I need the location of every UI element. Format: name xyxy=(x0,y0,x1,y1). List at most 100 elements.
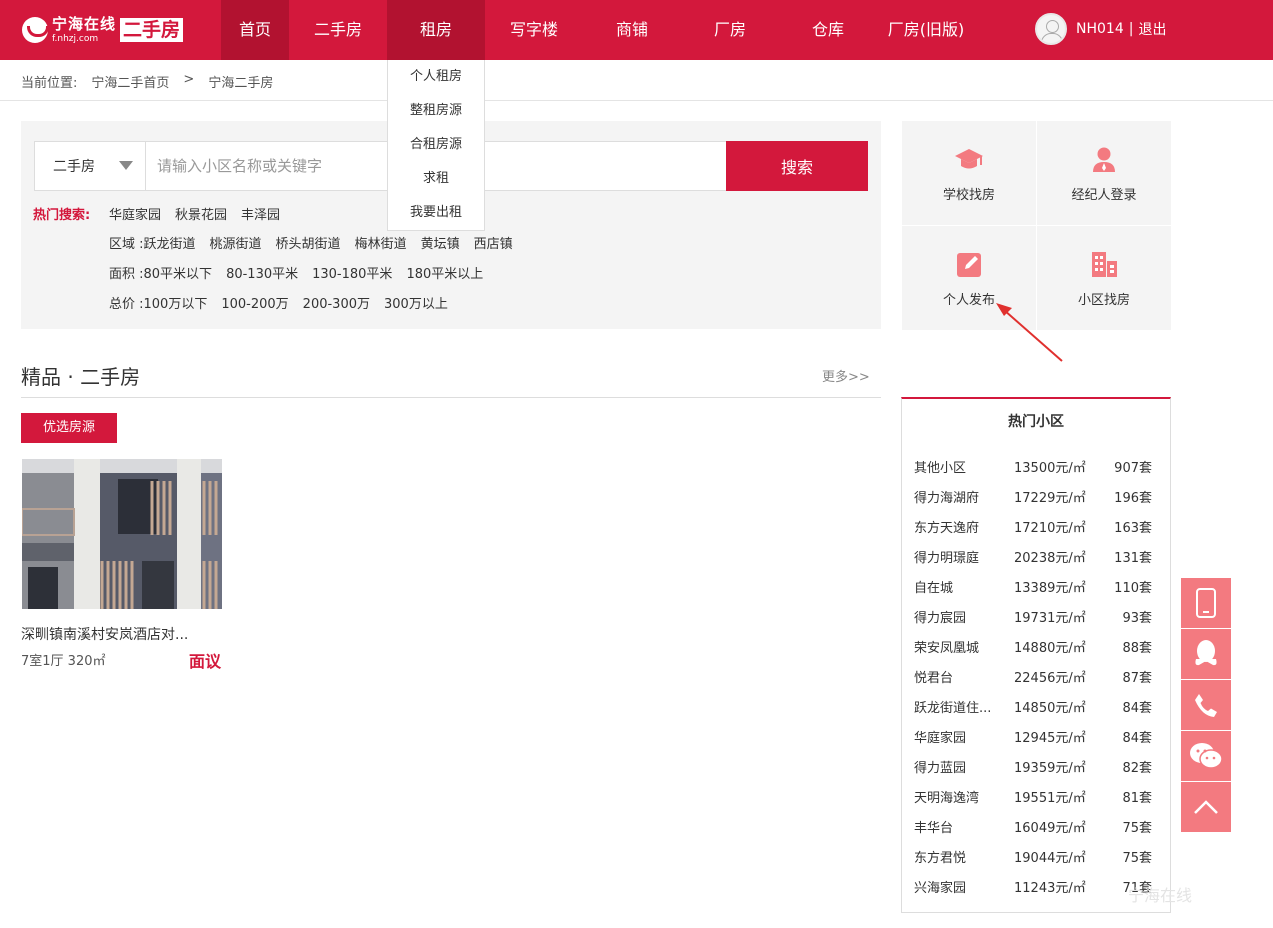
community-row[interactable]: 兴海家园 11243元/㎡ 71套 xyxy=(914,874,1154,904)
caret-down-icon xyxy=(119,161,133,170)
search-type-select[interactable]: 二手房 xyxy=(35,142,146,190)
filter-link[interactable]: 130-180平米 xyxy=(312,263,392,282)
breadcrumb-current[interactable]: 宁海二手房 xyxy=(208,72,273,91)
nav-second-hand[interactable]: 二手房 xyxy=(289,0,387,60)
menu-item-whole-rent[interactable]: 整租房源 xyxy=(388,94,484,128)
community-name[interactable]: 得力明璟庭 xyxy=(914,544,1014,574)
community-name[interactable]: 自在城 xyxy=(914,574,1014,604)
featured-tab[interactable]: 优选房源 xyxy=(21,413,117,443)
wechat-icon xyxy=(1190,743,1223,769)
listing-photo[interactable] xyxy=(22,459,222,609)
logo-badge: 二手房 xyxy=(120,18,184,42)
menu-item-shared-rent[interactable]: 合租房源 xyxy=(388,128,484,162)
community-name[interactable]: 得力蓝园 xyxy=(914,754,1014,784)
filter-link[interactable]: 跃龙街道 xyxy=(144,233,196,252)
nav-office[interactable]: 写字楼 xyxy=(485,0,583,60)
community-name[interactable]: 天明海逸湾 xyxy=(914,784,1014,814)
site-logo[interactable]: 宁海在线 f.nhzj.com 二手房 xyxy=(22,14,184,46)
filter-link[interactable]: 桃源街道 xyxy=(210,233,262,252)
nav-factory-old[interactable]: 厂房(旧版) xyxy=(877,0,975,60)
quick-school-search[interactable]: 学校找房 xyxy=(902,121,1036,225)
community-name[interactable]: 跃龙街道住... xyxy=(914,694,1014,724)
community-name[interactable]: 悦君台 xyxy=(914,664,1014,694)
menu-item-seek-rent[interactable]: 求租 xyxy=(388,162,484,196)
call-button[interactable] xyxy=(1181,680,1231,730)
filter-link[interactable]: 300万以上 xyxy=(384,293,448,312)
community-row[interactable]: 得力蓝园 19359元/㎡ 82套 xyxy=(914,754,1154,784)
community-row[interactable]: 丰华台 16049元/㎡ 75套 xyxy=(914,814,1154,844)
community-name[interactable]: 华庭家园 xyxy=(914,724,1014,754)
hot-search-link[interactable]: 丰泽园 xyxy=(241,204,280,223)
community-row[interactable]: 自在城 13389元/㎡ 110套 xyxy=(914,574,1154,604)
community-name[interactable]: 丰华台 xyxy=(914,814,1014,844)
community-row[interactable]: 华庭家园 12945元/㎡ 84套 xyxy=(914,724,1154,754)
community-price: 14880元/㎡ xyxy=(1014,641,1086,656)
community-row[interactable]: 荣安凤凰城 14880元/㎡ 88套 xyxy=(914,634,1154,664)
community-row[interactable]: 悦君台 22456元/㎡ 87套 xyxy=(914,664,1154,694)
filter-label: 区域 : xyxy=(109,237,144,252)
filter-link[interactable]: 200-300万 xyxy=(303,293,370,312)
logo-mark-icon xyxy=(22,17,49,43)
community-row[interactable]: 东方天逸府 17210元/㎡ 163套 xyxy=(914,514,1154,544)
quick-label: 学校找房 xyxy=(942,187,995,203)
more-link[interactable]: 更多>> xyxy=(822,366,870,385)
breadcrumb-home-link[interactable]: 宁海二手首页 xyxy=(91,72,169,91)
community-row[interactable]: 得力宸园 19731元/㎡ 93套 xyxy=(914,604,1154,634)
hot-search-link[interactable]: 秋景花园 xyxy=(175,204,227,223)
menu-item-list-for-rent[interactable]: 我要出租 xyxy=(388,196,484,230)
community-name[interactable]: 得力海湖府 xyxy=(914,484,1014,514)
community-row[interactable]: 跃龙街道住... 14850元/㎡ 84套 xyxy=(914,694,1154,724)
filter-link[interactable]: 100万以下 xyxy=(144,293,208,312)
nav-home[interactable]: 首页 xyxy=(221,0,289,60)
filter-link[interactable]: 180平米以上 xyxy=(406,263,483,282)
logout-link[interactable]: 退出 xyxy=(1138,19,1166,39)
quick-agent-login[interactable]: 经纪人登录 xyxy=(1037,121,1171,225)
community-name[interactable]: 东方君悦 xyxy=(914,844,1014,874)
listing-price: 面议 xyxy=(189,652,222,671)
community-name[interactable]: 兴海家园 xyxy=(914,874,1014,904)
watermark: 宁海在线 xyxy=(1128,886,1193,905)
listing-title[interactable]: 深甽镇南溪村安岚酒店对... xyxy=(21,624,188,644)
filter-row-size: 面积 : 80平米以下 80-130平米 130-180平米 180平米以上 xyxy=(109,263,497,282)
username[interactable]: NH014 xyxy=(1076,21,1124,37)
nav-warehouse[interactable]: 仓库 xyxy=(779,0,877,60)
community-name[interactable]: 得力宸园 xyxy=(914,604,1014,634)
filter-link[interactable]: 梅林街道 xyxy=(355,233,407,252)
search-button[interactable]: 搜索 xyxy=(726,141,868,191)
breadcrumb: 当前位置: 宁海二手首页 > 宁海二手房 xyxy=(21,72,273,91)
filter-link[interactable]: 西店镇 xyxy=(474,233,513,252)
phone-mobile-icon xyxy=(1196,588,1216,618)
breadcrumb-label: 当前位置: xyxy=(21,76,78,91)
community-count: 907套 xyxy=(1114,461,1152,476)
filter-link[interactable]: 黄坛镇 xyxy=(421,233,460,252)
avatar[interactable] xyxy=(1035,13,1067,45)
filter-link[interactable]: 80平米以下 xyxy=(144,263,213,282)
community-name[interactable]: 东方天逸府 xyxy=(914,514,1014,544)
wechat-button[interactable] xyxy=(1181,731,1231,781)
back-to-top-icon xyxy=(1194,800,1218,814)
community-price: 11243元/㎡ xyxy=(1014,881,1086,896)
filter-link[interactable]: 100-200万 xyxy=(221,293,288,312)
community-count: 131套 xyxy=(1114,551,1152,566)
community-price: 20238元/㎡ xyxy=(1014,551,1086,566)
community-row[interactable]: 天明海逸湾 19551元/㎡ 81套 xyxy=(914,784,1154,814)
mobile-button[interactable] xyxy=(1181,578,1231,628)
community-row[interactable]: 东方君悦 19044元/㎡ 75套 xyxy=(914,844,1154,874)
hot-search-link[interactable]: 华庭家园 xyxy=(109,204,161,223)
filter-link[interactable]: 桥头胡街道 xyxy=(276,233,341,252)
filter-link[interactable]: 80-130平米 xyxy=(226,263,298,282)
community-name[interactable]: 其他小区 xyxy=(914,454,1014,484)
back-to-top-button[interactable] xyxy=(1181,782,1231,832)
nav-shop[interactable]: 商铺 xyxy=(583,0,681,60)
community-row[interactable]: 得力明璟庭 20238元/㎡ 131套 xyxy=(914,544,1154,574)
community-name[interactable]: 荣安凤凰城 xyxy=(914,634,1014,664)
community-row[interactable]: 得力海湖府 17229元/㎡ 196套 xyxy=(914,484,1154,514)
community-price: 19551元/㎡ xyxy=(1014,791,1086,806)
menu-item-personal-rent[interactable]: 个人租房 xyxy=(388,60,484,94)
community-count: 110套 xyxy=(1114,581,1152,596)
graduation-cap-icon xyxy=(955,148,983,168)
qq-button[interactable] xyxy=(1181,629,1231,679)
nav-factory[interactable]: 厂房 xyxy=(681,0,779,60)
community-row[interactable]: 其他小区 13500元/㎡ 907套 xyxy=(914,454,1154,484)
nav-rent[interactable]: 租房 xyxy=(387,0,485,60)
